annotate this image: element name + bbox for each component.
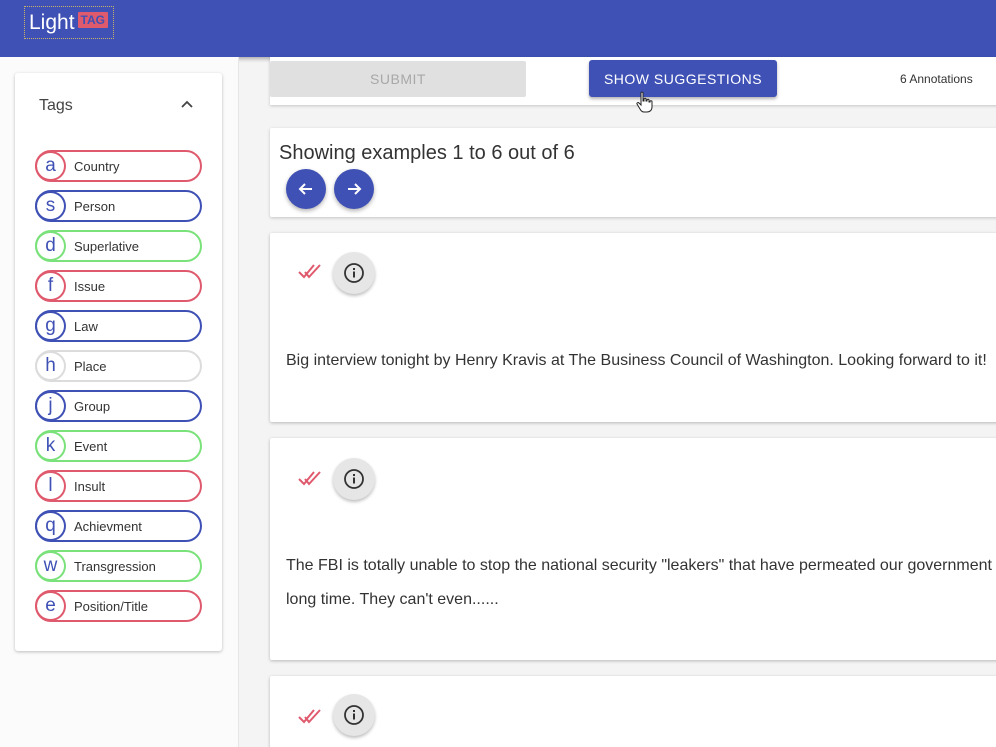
tag-chip-event[interactable]: k Event xyxy=(35,430,202,462)
example-text-line[interactable]: long time. They can't even...... xyxy=(286,582,996,617)
tag-label: Person xyxy=(74,198,116,214)
logo-text: Light xyxy=(29,10,75,34)
example-card: The FBI is totally unable to stop the na… xyxy=(270,438,996,660)
submit-button[interactable]: SUBMIT xyxy=(270,61,526,97)
tag-chip-superlative[interactable]: d Superlative xyxy=(35,230,202,262)
paging-card: Showing examples 1 to 6 out of 6 xyxy=(270,128,996,217)
paging-text: Showing examples 1 to 6 out of 6 xyxy=(279,142,575,164)
next-page-button[interactable] xyxy=(334,169,374,209)
tag-label: Group xyxy=(74,398,111,414)
arrow-left-icon xyxy=(298,183,312,195)
arrow-right-icon xyxy=(348,183,362,195)
tag-chip-group[interactable]: j Group xyxy=(35,390,202,422)
tag-chip-achievment[interactable]: q Achievment xyxy=(35,510,202,542)
previous-page-button[interactable] xyxy=(286,169,326,209)
example-text-line[interactable]: Big interview tonight by Henry Kravis at… xyxy=(286,343,996,378)
tag-label: Place xyxy=(74,358,107,374)
action-bar: SUBMIT SHOW SUGGESTIONS 6 Annotations xyxy=(270,57,996,113)
tag-hotkey: g xyxy=(35,311,66,341)
example-text-line[interactable]: The FBI is totally unable to stop the na… xyxy=(286,548,996,583)
top-app-bar: Light TAG xyxy=(0,0,996,57)
tag-chip-insult[interactable]: l Insult xyxy=(35,470,202,502)
tag-hotkey: q xyxy=(35,511,66,541)
tag-chip-person[interactable]: s Person xyxy=(35,190,202,222)
tag-chip-issue[interactable]: f Issue xyxy=(35,270,202,302)
info-icon xyxy=(344,263,364,283)
tag-list: a Country s Person d Superlative f Issue g Law h Pl… xyxy=(35,150,202,630)
info-button[interactable] xyxy=(333,458,375,500)
double-check-icon[interactable] xyxy=(297,468,323,488)
example-card: Big interview tonight by Henry Kravis at… xyxy=(270,233,996,422)
tag-chip-place[interactable]: h Place xyxy=(35,350,202,382)
tag-hotkey: j xyxy=(35,391,66,421)
lighttag-logo[interactable]: Light TAG xyxy=(24,6,114,39)
tag-label: Event xyxy=(74,438,108,454)
tag-hotkey: d xyxy=(35,231,66,261)
tag-hotkey: f xyxy=(35,271,66,301)
show-suggestions-button[interactable]: SHOW SUGGESTIONS xyxy=(589,60,777,97)
tag-label: Transgression xyxy=(74,558,156,574)
tag-chip-law[interactable]: g Law xyxy=(35,310,202,342)
tag-hotkey: w xyxy=(35,551,66,581)
tag-chip-transgression[interactable]: w Transgression xyxy=(35,550,202,582)
tags-title: Tags xyxy=(39,97,73,114)
tag-hotkey: k xyxy=(35,431,66,461)
info-button[interactable] xyxy=(333,252,375,294)
tags-panel: Tags a Country s Person d Superlative f Issue g L… xyxy=(15,73,222,651)
example-card xyxy=(270,676,996,747)
tag-hotkey: e xyxy=(35,591,66,621)
tag-label: Position/Title xyxy=(74,598,148,614)
info-icon xyxy=(344,705,364,725)
logo-badge: TAG xyxy=(76,10,109,29)
tag-hotkey: s xyxy=(35,191,66,221)
main-content: SUBMIT SHOW SUGGESTIONS 6 Annotations Sh… xyxy=(239,57,996,747)
chevron-up-icon[interactable] xyxy=(179,97,195,113)
tag-chip-position-title[interactable]: e Position/Title xyxy=(35,590,202,622)
tag-label: Achievment xyxy=(74,518,142,534)
tag-label: Issue xyxy=(74,278,106,294)
tag-hotkey: a xyxy=(35,151,66,181)
tag-label: Superlative xyxy=(74,238,140,254)
double-check-icon[interactable] xyxy=(297,706,323,726)
tag-label: Insult xyxy=(74,478,106,494)
tag-hotkey: h xyxy=(35,351,66,381)
tag-hotkey: l xyxy=(35,471,66,501)
tag-label: Country xyxy=(74,158,120,174)
double-check-icon[interactable] xyxy=(297,261,323,281)
annotations-count: 6 Annotations xyxy=(900,72,973,86)
tag-label: Law xyxy=(74,318,98,334)
info-icon xyxy=(344,469,364,489)
info-button[interactable] xyxy=(333,694,375,736)
left-sidebar: Tags a Country s Person d Superlative f Issue g L… xyxy=(0,57,239,747)
hand-pointer-icon xyxy=(636,91,653,113)
tag-chip-country[interactable]: a Country xyxy=(35,150,202,182)
